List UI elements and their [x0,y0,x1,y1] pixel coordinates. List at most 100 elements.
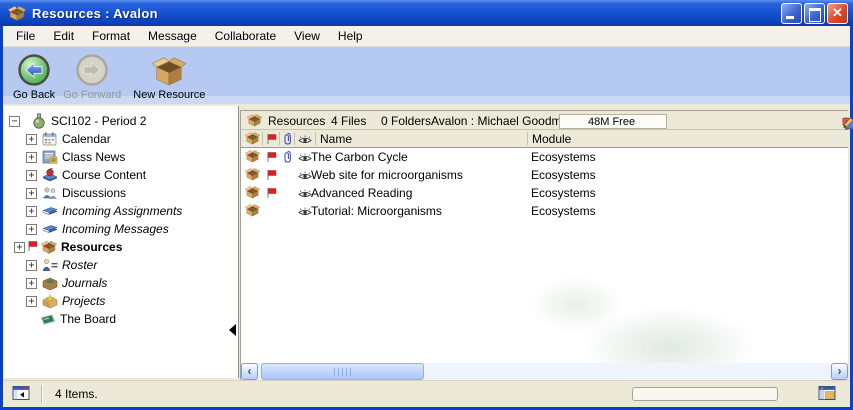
forward-arrow-icon [75,52,109,88]
expand-icon[interactable] [26,260,37,271]
horizontal-scrollbar[interactable] [241,363,848,380]
column-module[interactable]: Module [532,132,571,146]
resource-box-icon [245,203,260,220]
roster-icon [41,257,58,273]
paperclip-column-icon[interactable] [283,132,292,148]
tree-item-incoming-assignments[interactable]: Incoming Assignments [4,202,238,220]
title-bar[interactable]: Resources : Avalon [0,0,853,26]
expand-icon[interactable] [26,206,37,217]
splitter-collapse-icon[interactable] [229,324,236,336]
eye-column-icon[interactable] [298,134,312,148]
menu-file[interactable]: File [7,27,44,45]
toggle-panel-icon[interactable] [12,385,30,404]
calendar-icon [41,131,58,147]
scroll-right-icon[interactable] [831,363,848,380]
course-tree: SCI102 - Period 2 Calendar [4,106,239,378]
board-icon [39,311,56,327]
resource-row[interactable]: Tutorial: Microorganisms Ecosystems [241,202,848,220]
collapse-icon[interactable] [9,116,20,127]
resource-list: The Carbon Cycle Ecosystems [241,148,848,363]
item-count: 4 Items. [55,387,98,401]
layout-view-icon[interactable] [818,385,836,404]
maximize-button[interactable] [804,3,825,24]
eye-icon [298,188,312,202]
tree-root-label: SCI102 - Period 2 [51,114,146,128]
back-arrow-icon [17,52,51,88]
status-bar: 4 Items. [3,380,850,407]
tree-root[interactable]: SCI102 - Period 2 [4,112,238,130]
tree-item-label: Class News [62,150,125,164]
scrollbar-thumb[interactable] [261,363,424,380]
tree-item-projects[interactable]: Projects [4,292,238,310]
expand-icon[interactable] [26,278,37,289]
tree-item-the-board[interactable]: The Board [4,310,238,328]
menu-edit[interactable]: Edit [44,27,83,45]
menu-message[interactable]: Message [139,27,206,45]
expand-icon[interactable] [26,296,37,307]
new-resource-button[interactable]: New Resource [129,51,209,102]
flag-column-icon[interactable] [266,133,277,148]
go-back-label: Go Back [13,89,55,101]
go-forward-button[interactable]: Go Forward [59,51,125,102]
eye-icon [298,152,312,166]
minimize-button[interactable] [781,3,802,24]
column-name[interactable]: Name [320,132,352,146]
eye-icon [298,206,312,220]
table-header: Name Module [241,130,848,148]
tree-item-label: Resources [61,240,122,254]
tree-item-label: Course Content [62,168,146,182]
course-content-icon [41,167,58,183]
tree-item-label: Journals [62,276,107,290]
go-forward-label: Go Forward [63,89,121,101]
resource-name: Advanced Reading [311,186,412,200]
tree-item-label: Incoming Messages [62,222,169,236]
open-box-icon [150,52,188,88]
resource-module: Ecosystems [531,186,596,200]
go-back-button[interactable]: Go Back [9,51,59,102]
menu-help[interactable]: Help [329,27,372,45]
resource-box-icon [245,185,260,202]
resource-box-icon [245,149,260,166]
resource-row[interactable]: The Carbon Cycle Ecosystems [241,148,848,166]
tree-item-label: Incoming Assignments [62,204,182,218]
menu-collaborate[interactable]: Collaborate [206,27,285,45]
resource-box-icon [40,239,57,255]
resource-module: Ecosystems [531,168,596,182]
scroll-left-icon[interactable] [241,363,258,380]
resource-row[interactable]: Web site for microorganisms Ecosystems [241,166,848,184]
expand-icon[interactable] [26,152,37,163]
tree-item-class-news[interactable]: Class News [4,148,238,166]
tree-item-course-content[interactable]: Course Content [4,166,238,184]
tree-item-label: The Board [60,312,116,326]
expand-icon[interactable] [26,224,37,235]
tree-item-label: Roster [62,258,97,272]
tree-item-journals[interactable]: Journals [4,274,238,292]
projects-icon [41,293,58,309]
menu-bar: File Edit Format Message Collaborate Vie… [3,26,850,47]
resource-name: Web site for microorganisms [311,168,463,182]
resources-panel: Resources 4 Files 0 Folders Avalon : Mic… [240,110,848,380]
news-icon [41,149,58,165]
window-title: Resources : Avalon [32,6,158,21]
tree-item-calendar[interactable]: Calendar [4,130,238,148]
incoming-assignments-icon [41,203,58,219]
expand-icon[interactable] [26,170,37,181]
new-resource-label: New Resource [133,89,205,101]
menu-view[interactable]: View [285,27,329,45]
menu-format[interactable]: Format [83,27,139,45]
resource-row[interactable]: Advanced Reading Ecosystems [241,184,848,202]
app-window: Resources : Avalon File Edit Format Mess… [0,0,853,410]
status-field [632,387,778,401]
expand-icon[interactable] [14,242,25,253]
tree-item-resources[interactable]: Resources [4,238,238,256]
resource-name: Tutorial: Microorganisms [311,204,442,218]
expand-icon[interactable] [26,188,37,199]
tree-item-discussions[interactable]: Discussions [4,184,238,202]
flag-icon [27,240,38,255]
tree-item-incoming-messages[interactable]: Incoming Messages [4,220,238,238]
file-count: 4 Files [331,114,366,128]
tree-item-roster[interactable]: Roster [4,256,238,274]
close-button[interactable] [827,3,848,24]
expand-icon[interactable] [26,134,37,145]
paperclip-icon [283,150,292,166]
